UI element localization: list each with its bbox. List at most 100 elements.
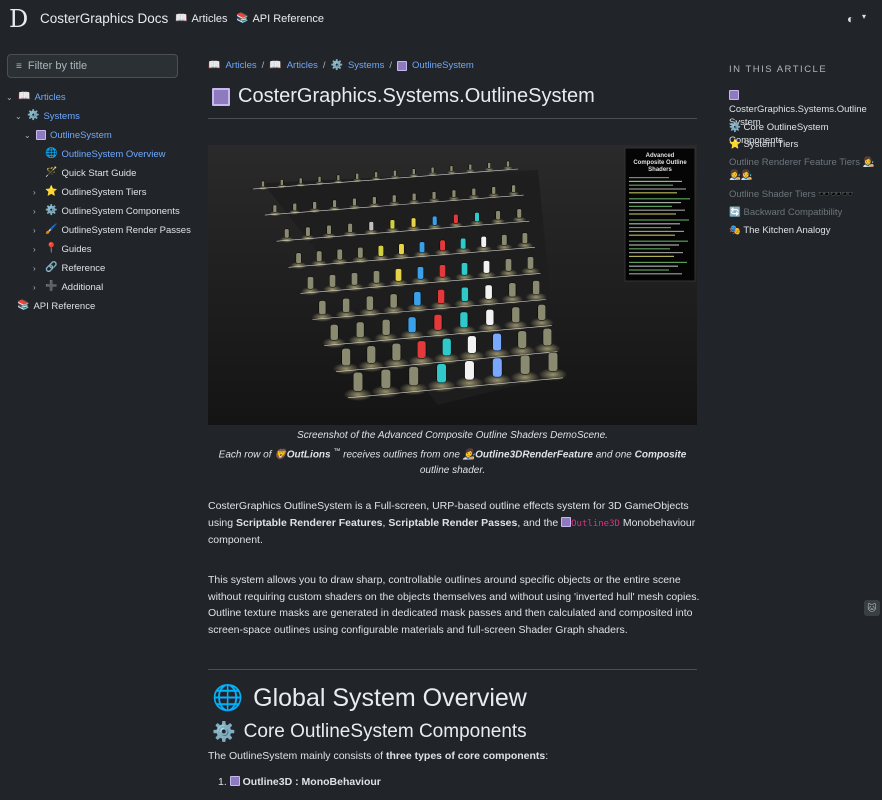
chevron-right-icon[interactable]: › [33, 226, 41, 235]
chevron-down-icon[interactable]: ▾ [862, 12, 866, 21]
toc-item-label: Outline Renderer Feature Tiers 👩‍🎨👩‍🎨👩‍🎨 [729, 157, 875, 181]
sidebar-item-systems[interactable]: ⌄ ⚙️ Systems [15, 107, 80, 125]
outlined-figure [483, 260, 490, 274]
sidebar-item-quick-start[interactable]: 🪄 Quick Start Guide [33, 164, 136, 182]
outlined-figure [430, 166, 435, 174]
toc-item[interactable]: Outline Shader Tiers 🕶️🕶️🕶️ [729, 188, 879, 201]
outlined-figure [451, 189, 457, 198]
sidebar-item-label: Systems [43, 110, 80, 122]
book-icon: 📖 [208, 59, 221, 71]
toc-item[interactable]: 🎭 The Kitchen Analogy [729, 224, 879, 237]
outlined-figure [419, 241, 426, 253]
artist-icon: 👩‍🎨 [462, 449, 476, 461]
toc-item[interactable]: Outline Renderer Feature Tiers 👩‍🎨👩‍🎨👩‍🎨 [729, 156, 879, 182]
outlined-figure [411, 192, 417, 202]
breadcrumb-item[interactable]: Articles [287, 60, 318, 71]
chevron-down-icon[interactable]: ⌄ [15, 112, 23, 121]
chevron-right-icon[interactable]: › [33, 245, 41, 254]
outlined-figure [381, 319, 391, 336]
panel-title-line: Composite Outline [633, 160, 687, 166]
intro-paragraph: CosterGraphics OutlineSystem is a Full-s… [208, 498, 698, 549]
outlined-figure [392, 194, 397, 203]
outlined-figure [459, 311, 469, 329]
panel-text-line [629, 240, 688, 242]
outlined-figure [492, 333, 502, 352]
sidebar-item-tiers[interactable]: › ⭐ OutlineSystem Tiers [33, 183, 146, 201]
star-icon: ⭐ [729, 139, 741, 150]
outlined-figure [433, 314, 443, 331]
para-text: : [545, 750, 549, 762]
chevron-right-icon[interactable]: › [33, 188, 41, 197]
nav-api-label: API Reference [252, 13, 324, 25]
sidebar-item-guides[interactable]: › 📍 Guides [33, 240, 92, 258]
outlined-figure [495, 210, 501, 221]
outlined-figure [417, 266, 424, 280]
chevron-right-icon[interactable]: › [33, 283, 41, 292]
sidebar-item-render-passes[interactable]: › 🖌️ OutlineSystem Render Passes [33, 221, 191, 239]
image-caption: Screenshot of the Advanced Composite Out… [208, 428, 697, 479]
top-navbar: D CosterGraphics Docs 📖 Articles 📚 API R… [0, 0, 882, 38]
nav-articles[interactable]: 📖 Articles [175, 13, 228, 25]
outlined-figure [439, 239, 446, 252]
outlined-figure [342, 298, 350, 313]
sidebar-item-articles[interactable]: ⌄ 📖 Articles [6, 88, 66, 106]
globe-icon: 🌐 [45, 148, 58, 159]
panel-text-line [629, 219, 689, 221]
outlined-figure [395, 268, 402, 282]
chevron-right-icon[interactable]: › [33, 207, 41, 216]
breadcrumb-separator: / [322, 60, 326, 71]
panel-text-line [629, 230, 684, 232]
magic-wand-icon: 🪄 [45, 167, 58, 178]
toc-item[interactable]: ⭐ System Tiers [729, 138, 879, 151]
breadcrumb-item[interactable]: OutlineSystem [412, 60, 474, 71]
outlined-figure [508, 282, 517, 298]
gear-icon: ⚙️ [27, 110, 40, 121]
outlined-figure [439, 264, 446, 278]
panel-text-line [629, 234, 675, 236]
outlined-figure [272, 204, 278, 213]
outlined-figure [408, 366, 419, 386]
breadcrumb-item[interactable]: Systems [348, 60, 384, 71]
list-item-text: Outline3D : MonoBehaviour [242, 776, 381, 788]
caption-bold: OutLions [286, 449, 331, 461]
sidebar-item-reference[interactable]: › 🔗 Reference [33, 259, 105, 277]
panel-text-line [629, 265, 678, 267]
nav-api-reference[interactable]: 📚 API Reference [236, 13, 324, 25]
outlined-figure [352, 197, 357, 207]
outlined-figure [377, 245, 384, 257]
theme-toggle-icon[interactable]: ◐ [847, 12, 854, 26]
outline-square-icon [36, 130, 46, 140]
sidebar-item-outlinesystem-overview[interactable]: 🌐 OutlineSystem Overview [33, 145, 165, 163]
sidebar-item-api-reference[interactable]: 📚 API Reference [17, 297, 95, 315]
site-logo[interactable]: D [9, 6, 35, 32]
chevron-down-icon[interactable]: ⌄ [24, 131, 32, 140]
outlined-figure [511, 184, 516, 193]
outline-square-icon [229, 776, 240, 786]
chevron-down-icon[interactable]: ⌄ [6, 93, 14, 102]
sidebar-item-components[interactable]: › ⚙️ OutlineSystem Components [33, 202, 180, 220]
chevron-right-icon[interactable]: › [33, 264, 41, 273]
caption-bold: Outline3DRenderFeature [475, 449, 593, 461]
outlined-figure [307, 276, 314, 290]
panel-text-line [629, 273, 682, 275]
outlined-figure [372, 196, 377, 205]
outlined-figure [329, 274, 336, 288]
sidebar-item-additional[interactable]: › ➕ Additional [33, 278, 103, 296]
outlined-figure [517, 330, 527, 349]
sidebar-item-label: OutlineSystem [50, 129, 112, 141]
cat-icon[interactable]: 🐱 [864, 600, 880, 616]
toc-heading: IN THIS ARTICLE [729, 64, 828, 75]
outlined-figure [501, 234, 508, 246]
breadcrumb-item[interactable]: Articles [225, 60, 256, 71]
sidebar-item-label: OutlineSystem Render Passes [61, 224, 191, 236]
sidebar-item-outlinesystem[interactable]: ⌄ OutlineSystem [24, 126, 112, 144]
site-brand[interactable]: CosterGraphics Docs [40, 11, 168, 26]
outlined-figure [295, 252, 302, 264]
panel-text-line [629, 227, 671, 229]
filter-input[interactable]: ≡ Filter by title [7, 54, 178, 78]
toc-item[interactable]: 🔄 Backward Compatibility [729, 206, 879, 219]
filter-placeholder: Filter by title [27, 60, 88, 72]
sidebar-item-label: OutlineSystem Tiers [61, 186, 147, 198]
description-paragraph: This system allows you to draw sharp, co… [208, 574, 700, 636]
outlined-figure [292, 202, 297, 212]
